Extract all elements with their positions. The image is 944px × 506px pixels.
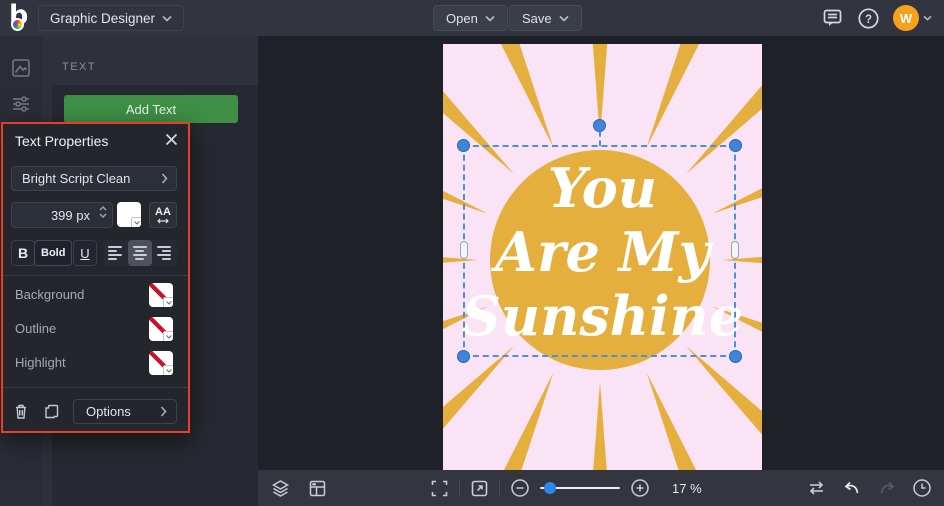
feedback-chat-icon[interactable] (821, 7, 844, 29)
selection-box[interactable] (457, 119, 742, 363)
rotate-stem (598, 131, 601, 146)
undo-icon (844, 481, 859, 494)
resize-handle-bottom-left[interactable] (457, 350, 470, 363)
zoom-slider-handle[interactable] (544, 482, 556, 494)
chevron-right-icon (160, 406, 176, 417)
app-mode-dropdown[interactable]: Graphic Designer (38, 5, 185, 31)
befunky-logo[interactable]: b (8, 0, 36, 33)
zoom-in-icon (631, 479, 649, 497)
image-manager-icon[interactable] (10, 57, 32, 79)
chevron-down-icon (162, 15, 172, 22)
stepper-down-icon (99, 213, 107, 218)
font-weight-select[interactable]: Bold (34, 240, 73, 266)
outline-label: Outline (15, 321, 57, 336)
top-bar: b Graphic Designer Open Save ? W (0, 0, 944, 36)
swatch-dropdown-icon[interactable] (163, 331, 173, 341)
swap-arrows-icon (809, 481, 824, 495)
canvas-toolbar: 17 % (258, 470, 944, 506)
swatch-dropdown-icon[interactable] (131, 217, 141, 227)
background-color-swatch[interactable] (149, 283, 173, 307)
chevron-right-icon (161, 173, 176, 184)
align-right-button[interactable] (152, 240, 177, 266)
close-icon[interactable] (165, 133, 178, 146)
swatch-dropdown-icon[interactable] (163, 365, 173, 375)
svg-text:?: ? (865, 14, 872, 26)
design-canvas[interactable]: You Are My Sunshine (443, 44, 762, 470)
resize-handle-right[interactable] (731, 241, 739, 259)
color-wheel-icon (11, 18, 24, 31)
template-layout-icon (309, 480, 326, 496)
font-size-input[interactable] (12, 203, 112, 227)
text-color-swatch[interactable] (117, 202, 141, 227)
text-align-group (103, 240, 177, 266)
highlight-label: Highlight (15, 355, 66, 370)
font-family-value: Bright Script Clean (22, 171, 131, 186)
workspace: You Are My Sunshine (258, 36, 944, 506)
divider (3, 275, 188, 276)
zoom-out-icon (511, 479, 529, 497)
underline-button[interactable]: U (73, 240, 97, 266)
chevron-down-icon (559, 15, 569, 22)
bold-button[interactable]: B (11, 240, 35, 266)
app-mode-label: Graphic Designer (50, 10, 156, 26)
letter-case-button[interactable]: AA (149, 202, 177, 228)
font-family-select[interactable]: Bright Script Clean (11, 166, 177, 191)
help-icon[interactable]: ? (857, 7, 880, 30)
template-layout-button[interactable] (308, 479, 327, 498)
history-button[interactable] (912, 478, 932, 498)
highlight-color-swatch[interactable] (149, 351, 173, 375)
align-right-icon (157, 246, 172, 260)
swatch-dropdown-icon[interactable] (163, 297, 173, 307)
text-properties-panel: Text Properties Bright Script Clean AA B… (1, 122, 190, 433)
redo-button[interactable] (877, 478, 897, 498)
resize-handle-bottom-right[interactable] (729, 350, 742, 363)
letter-spacing-arrow-icon (157, 218, 169, 223)
account-menu[interactable]: W (893, 5, 932, 31)
layers-button[interactable] (270, 478, 291, 499)
open-button[interactable]: Open (433, 5, 508, 31)
zoom-slider[interactable] (540, 482, 620, 494)
switch-orientation-button[interactable] (806, 478, 827, 498)
save-button[interactable]: Save (509, 5, 582, 31)
resize-handle-top-left[interactable] (457, 139, 470, 152)
redo-icon (880, 481, 895, 494)
background-label: Background (15, 287, 85, 302)
add-text-button[interactable]: Add Text (64, 95, 238, 123)
divider (499, 480, 500, 496)
avatar[interactable]: W (893, 5, 919, 31)
zoom-in-button[interactable] (630, 478, 650, 498)
font-size-field[interactable] (11, 202, 113, 228)
stepper-up-icon (99, 206, 107, 211)
zoom-level: 17 % (672, 480, 702, 496)
trash-icon (16, 404, 26, 419)
layers-icon (271, 479, 290, 497)
zoom-out-button[interactable] (510, 478, 530, 498)
fit-to-screen-icon (431, 480, 448, 496)
align-left-button[interactable] (103, 240, 128, 266)
text-panel-title: TEXT (62, 61, 97, 73)
duplicate-icon (44, 404, 58, 418)
rotate-handle[interactable] (592, 119, 606, 132)
chevron-down-icon (485, 15, 495, 22)
history-clock-icon (913, 479, 931, 497)
align-left-icon (108, 246, 123, 260)
align-center-button[interactable] (127, 240, 153, 266)
resize-handle-top-right[interactable] (729, 139, 742, 152)
resize-canvas-button[interactable] (470, 479, 489, 498)
duplicate-text-button[interactable] (39, 399, 63, 423)
resize-handle-left[interactable] (460, 241, 468, 259)
outline-color-swatch[interactable] (149, 317, 173, 341)
delete-text-button[interactable] (9, 399, 33, 423)
divider (3, 387, 188, 388)
chevron-down-icon (923, 15, 932, 21)
divider (459, 480, 460, 496)
open-in-new-icon (471, 480, 488, 496)
settings-sliders-icon[interactable] (10, 93, 32, 115)
font-size-stepper[interactable] (99, 206, 107, 218)
undo-button[interactable] (842, 478, 862, 498)
align-center-icon (132, 246, 147, 260)
panel-title: Text Properties (15, 133, 109, 149)
options-button[interactable]: Options (73, 399, 177, 424)
fit-to-screen-button[interactable] (430, 479, 449, 498)
